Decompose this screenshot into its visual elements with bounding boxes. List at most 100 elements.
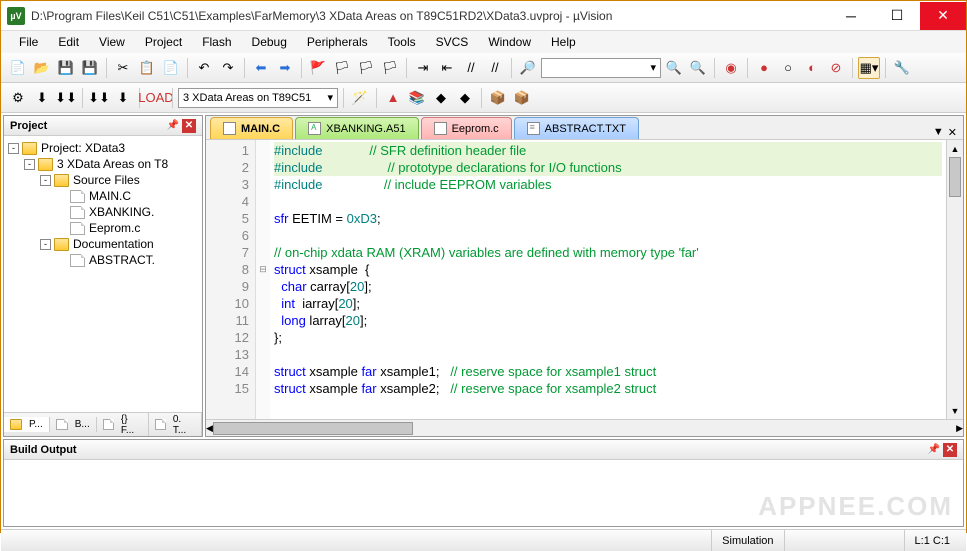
project-tree[interactable]: -Project: XData3-3 XData Areas on T8-Sou… <box>4 136 202 412</box>
save-button[interactable]: 💾 <box>55 57 77 79</box>
open-file-button[interactable]: 📂 <box>31 57 53 79</box>
find-combo[interactable]: ▾ <box>541 58 661 78</box>
scroll-left-arrow[interactable]: ◀ <box>206 420 213 437</box>
menu-tools[interactable]: Tools <box>380 33 424 51</box>
pack-installer-button[interactable]: 📦 <box>487 87 509 109</box>
copy-button[interactable]: 📋 <box>136 57 158 79</box>
editor-close-button[interactable]: ✕ <box>948 126 957 139</box>
undo-button[interactable]: ↶ <box>193 57 215 79</box>
menu-help[interactable]: Help <box>543 33 584 51</box>
scroll-down-arrow[interactable]: ▼ <box>947 402 963 419</box>
scroll-right-arrow[interactable]: ▶ <box>956 420 963 437</box>
debug-start-button[interactable]: ◉ <box>720 57 742 79</box>
code-editor[interactable]: #include // SFR definition header file#i… <box>270 140 946 419</box>
menu-view[interactable]: View <box>91 33 133 51</box>
tree-target[interactable]: -3 XData Areas on T8 <box>6 156 200 172</box>
build-output-close-button[interactable]: ✕ <box>943 443 957 457</box>
file-icon <box>70 190 85 203</box>
build-output-body[interactable]: APPNEE.COM <box>4 460 963 526</box>
horizontal-scrollbar[interactable]: ◀ ▶ <box>206 419 963 436</box>
editor-tab-abstract-txt[interactable]: ABSTRACT.TXT <box>514 117 639 139</box>
tree-project-root[interactable]: -Project: XData3 <box>6 140 200 156</box>
batch-build-button[interactable]: ⬇⬇ <box>88 87 110 109</box>
scroll-up-arrow[interactable]: ▲ <box>947 140 963 157</box>
bookmark-next-button[interactable]: 🏳 <box>355 57 377 79</box>
menu-debug[interactable]: Debug <box>244 33 295 51</box>
tree-file-0-2[interactable]: Eeprom.c <box>6 220 200 236</box>
save-all-button[interactable]: 💾 <box>79 57 101 79</box>
breakpoint-disable-button[interactable]: ◐ <box>801 57 823 79</box>
menu-project[interactable]: Project <box>137 33 190 51</box>
editor-tab-main-c[interactable]: MAIN.C <box>210 117 293 139</box>
tree-group-0[interactable]: -Source Files <box>6 172 200 188</box>
redo-button[interactable]: ↷ <box>217 57 239 79</box>
panel-tab-3[interactable]: 0. T... <box>149 412 202 436</box>
minimize-button[interactable]: ─ <box>828 2 874 30</box>
target-combo-label: 3 XData Areas on T89C51 <box>183 92 311 104</box>
paste-button[interactable]: 📄 <box>160 57 182 79</box>
menu-window[interactable]: Window <box>480 33 539 51</box>
vertical-scrollbar[interactable]: ▲ ▼ <box>946 140 963 419</box>
configure-button[interactable]: 🔧 <box>891 57 913 79</box>
select-pack-button[interactable]: ◆ <box>454 87 476 109</box>
download-button[interactable]: LOAD <box>145 87 167 109</box>
breakpoint-kill-button[interactable]: ⊘ <box>825 57 847 79</box>
find-in-files-button[interactable]: 🔎 <box>517 57 539 79</box>
editor-dropdown-button[interactable]: ▼ <box>933 126 944 139</box>
project-panel-pin-button[interactable]: 📌 <box>166 119 180 133</box>
file-ext-button[interactable]: ▲ <box>382 87 404 109</box>
cut-button[interactable]: ✂ <box>112 57 134 79</box>
tree-file-0-1[interactable]: XBANKING. <box>6 204 200 220</box>
breakpoint-enable-button[interactable]: ○ <box>777 57 799 79</box>
bookmark-clear-button[interactable]: 🏳 <box>379 57 401 79</box>
find-button[interactable]: 🔍 <box>663 57 685 79</box>
menu-edit[interactable]: Edit <box>50 33 87 51</box>
translate-button[interactable]: ⚙ <box>7 87 29 109</box>
editor-tab-xbanking-a51[interactable]: XBANKING.A51 <box>295 117 418 139</box>
tree-file-1-0[interactable]: ABSTRACT. <box>6 252 200 268</box>
menu-file[interactable]: File <box>11 33 46 51</box>
tree-group-1[interactable]: -Documentation <box>6 236 200 252</box>
nav-forward-button[interactable]: ➡ <box>274 57 296 79</box>
app-icon: µV <box>7 7 25 25</box>
build-output-title: Build Output <box>10 444 77 456</box>
panel-tab-1[interactable]: B... <box>50 417 97 432</box>
menu-peripherals[interactable]: Peripherals <box>299 33 376 51</box>
comment-button[interactable]: // <box>460 57 482 79</box>
tab-icon <box>10 419 22 430</box>
project-panel-close-button[interactable]: ✕ <box>182 119 196 133</box>
menu-svcs[interactable]: SVCS <box>428 33 477 51</box>
rebuild-button[interactable]: ⬇⬇ <box>55 87 77 109</box>
close-button[interactable]: ✕ <box>920 2 966 30</box>
target-options-button[interactable]: 🪄 <box>349 87 371 109</box>
editor-tab-eeprom-c[interactable]: Eeprom.c <box>421 117 512 139</box>
outdent-button[interactable]: ⇤ <box>436 57 458 79</box>
build-output-pin-button[interactable]: 📌 <box>927 443 941 457</box>
bookmark-prev-button[interactable]: 🏳 <box>331 57 353 79</box>
breakpoint-insert-button[interactable]: ● <box>753 57 775 79</box>
stop-build-button[interactable]: ⬇ <box>112 87 134 109</box>
manage-rte-button[interactable]: ◆ <box>430 87 452 109</box>
panel-tab-0[interactable]: P... <box>4 417 50 432</box>
nav-back-button[interactable]: ⬅ <box>250 57 272 79</box>
build-button[interactable]: ⬇ <box>31 87 53 109</box>
maximize-button[interactable]: ☐ <box>874 2 920 30</box>
line-number-gutter: 123456789101112131415 <box>206 140 256 419</box>
file-icon <box>434 122 447 135</box>
manage-books-button[interactable]: 📚 <box>406 87 428 109</box>
menu-flash[interactable]: Flash <box>194 33 239 51</box>
hscroll-thumb[interactable] <box>213 422 413 435</box>
tree-file-0-0[interactable]: MAIN.C <box>6 188 200 204</box>
panel-tab-2[interactable]: {} F... <box>97 412 149 436</box>
folder-icon <box>22 142 37 155</box>
new-file-button[interactable]: 📄 <box>7 57 29 79</box>
fold-column[interactable]: ⊟ <box>256 140 270 419</box>
scroll-thumb[interactable] <box>949 157 961 197</box>
uncomment-button[interactable]: // <box>484 57 506 79</box>
bookmark-toggle-button[interactable]: 🚩 <box>307 57 329 79</box>
incremental-find-button[interactable]: 🔍 <box>687 57 709 79</box>
target-combo[interactable]: 3 XData Areas on T89C51▾ <box>178 88 338 108</box>
window-layout-button[interactable]: ▦▾ <box>858 57 880 79</box>
pack-installer2-button[interactable]: 📦 <box>511 87 533 109</box>
indent-button[interactable]: ⇥ <box>412 57 434 79</box>
